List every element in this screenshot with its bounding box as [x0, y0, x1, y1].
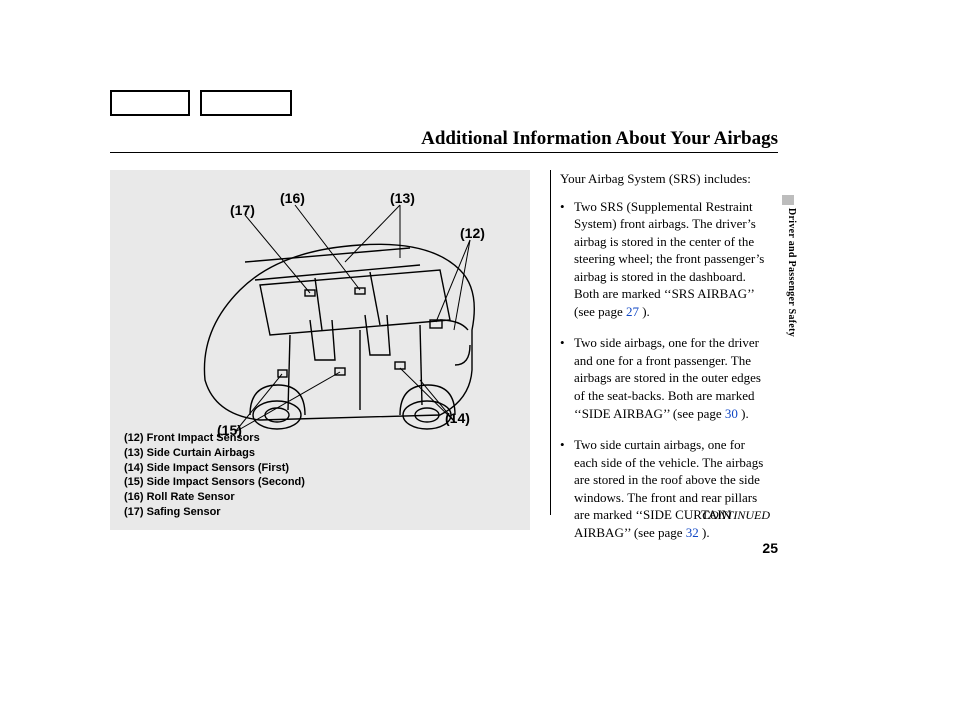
callout-14: (14)	[445, 410, 470, 426]
b3-text-b: ).	[699, 525, 710, 540]
legend-13: (13) Side Curtain Airbags	[124, 446, 305, 461]
legend-16: (16) Roll Rate Sensor	[124, 490, 305, 505]
page-ref-30[interactable]: 30	[725, 406, 738, 421]
page-title: Additional Information About Your Airbag…	[421, 128, 778, 150]
legend-15: (15) Side Impact Sensors (Second)	[124, 475, 305, 490]
callout-12: (12)	[460, 225, 485, 241]
bullet-side-curtain-airbags: Two side curtain airbags, one for each s…	[560, 436, 770, 541]
bullet-side-airbags: Two side airbags, one for the driver and…	[560, 334, 770, 422]
bullet-front-airbags: Two SRS (Supplemental Restraint System) …	[560, 198, 770, 321]
nav-tab-next[interactable]	[200, 90, 292, 116]
legend-12: (12) Front Impact Sensors	[124, 431, 305, 446]
legend-17: (17) Safing Sensor	[124, 505, 305, 520]
continued-label: CONTINUED	[560, 508, 770, 523]
b3-text-a: Two side curtain airbags, one for each s…	[574, 437, 763, 540]
callout-16: (16)	[280, 190, 305, 206]
section-tab-marker	[782, 195, 794, 205]
b2-text-b: ).	[738, 406, 749, 421]
b1-text-b: ).	[639, 304, 650, 319]
callout-17: (17)	[230, 202, 255, 218]
page-ref-32[interactable]: 32	[686, 525, 699, 540]
body-text: Your Airbag System (SRS) includes: Two S…	[560, 170, 770, 555]
title-rule	[110, 152, 778, 153]
b1-text-a: Two SRS (Supplemental Restraint System) …	[574, 199, 764, 319]
airbag-diagram: (12) (13) (14) (15) (16) (17) (12) Front…	[110, 170, 530, 530]
callout-13: (13)	[390, 190, 415, 206]
column-divider	[550, 170, 551, 515]
intro-line: Your Airbag System (SRS) includes:	[560, 170, 770, 188]
diagram-legend: (12) Front Impact Sensors (13) Side Curt…	[124, 431, 305, 520]
nav-tab-prev[interactable]	[110, 90, 190, 116]
page-number: 25	[762, 540, 778, 556]
section-label: Driver and Passenger Safety	[786, 208, 797, 337]
manual-page: Additional Information About Your Airbag…	[0, 0, 954, 710]
legend-14: (14) Side Impact Sensors (First)	[124, 461, 305, 476]
page-ref-27[interactable]: 27	[626, 304, 639, 319]
